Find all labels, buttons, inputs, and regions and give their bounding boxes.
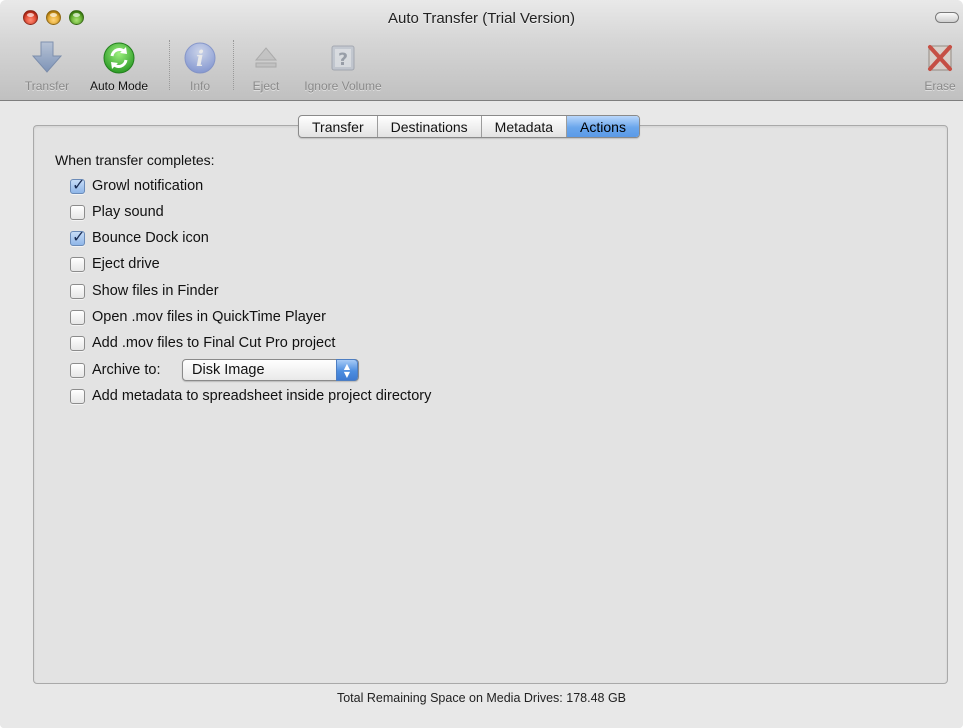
transfer-toolbar-button[interactable]: Transfer [18,39,76,99]
tab-metadata[interactable]: Metadata [482,116,568,137]
toolbar-toggle-button[interactable] [935,12,959,23]
tab-destinations[interactable]: Destinations [378,116,482,137]
app-window: Auto Transfer (Trial Version) Transfer A… [0,0,963,728]
toolbar-separator [233,40,234,90]
option-label: Archive to: [92,362,161,378]
checkbox[interactable]: ✓ [70,174,86,194]
checkmark-icon: ✓ [72,226,86,246]
checkbox[interactable] [70,335,85,351]
content-area: Transfer Destinations Metadata Actions W… [0,101,963,728]
ignore-volume-toolbar-button[interactable]: ? Ignore Volume [294,39,392,99]
option-label: Play sound [92,204,164,220]
option-open-mov-quicktime[interactable]: Open .mov files in QuickTime Player [70,308,326,326]
option-show-files-in-finder[interactable]: Show files in Finder [70,282,219,300]
auto-mode-refresh-icon [101,39,137,75]
option-eject-drive[interactable]: Eject drive [70,255,160,273]
eject-icon [248,39,284,75]
auto-mode-toolbar-button[interactable]: Auto Mode [82,39,156,99]
eject-label: Eject [252,79,280,93]
checkbox[interactable] [70,362,85,378]
option-label: Show files in Finder [92,283,219,299]
checkbox[interactable] [70,256,85,272]
ignore-volume-icon: ? [325,39,361,75]
erase-toolbar-button[interactable]: Erase [920,39,960,99]
tab-transfer[interactable]: Transfer [299,116,378,137]
option-growl-notification[interactable]: ✓ Growl notification [70,174,204,195]
eject-toolbar-button[interactable]: Eject [246,39,286,99]
checkbox[interactable] [70,283,85,299]
select-value: Disk Image [192,362,265,378]
title-toolbar-area: Auto Transfer (Trial Version) Transfer A… [0,0,963,101]
status-footer: Total Remaining Space on Media Drives: 1… [336,691,627,705]
checkbox[interactable] [70,388,85,404]
info-icon: i [182,39,218,75]
erase-label: Erase [924,79,956,93]
checkbox[interactable] [70,204,85,220]
section-heading: When transfer completes: [55,152,215,168]
tab-actions[interactable]: Actions [567,116,639,137]
option-archive-to[interactable]: Archive to: [70,361,161,379]
option-add-metadata-spreadsheet[interactable]: Add metadata to spreadsheet inside proje… [70,387,431,405]
ignore-volume-label: Ignore Volume [304,79,382,93]
svg-text:?: ? [338,50,348,70]
checkmark-icon: ✓ [72,174,86,194]
option-label: Open .mov files in QuickTime Player [92,309,326,325]
checkbox[interactable] [70,309,85,325]
option-bounce-dock-icon[interactable]: ✓ Bounce Dock icon [70,226,209,247]
updown-arrows-icon: ▲ ▼ [336,359,358,381]
option-label: Add metadata to spreadsheet inside proje… [92,388,432,404]
option-label: Eject drive [92,256,160,272]
option-label: Bounce Dock icon [92,230,209,246]
info-label: Info [189,79,210,93]
auto-mode-label: Auto Mode [89,79,149,93]
option-add-mov-final-cut[interactable]: Add .mov files to Final Cut Pro project [70,334,335,352]
toolbar-separator [169,40,170,90]
window-title: Auto Transfer (Trial Version) [387,10,575,27]
checkbox[interactable]: ✓ [70,226,86,246]
erase-icon [922,39,958,75]
option-label: Growl notification [92,178,204,194]
option-label: Add .mov files to Final Cut Pro project [92,335,336,351]
download-arrow-icon [29,39,65,75]
transfer-label: Transfer [24,79,70,93]
option-play-sound[interactable]: Play sound [70,203,164,221]
info-toolbar-button[interactable]: i Info [180,39,220,99]
svg-text:i: i [196,46,204,71]
archive-format-select[interactable]: Disk Image ▲ ▼ [182,359,359,381]
tab-bar: Transfer Destinations Metadata Actions [298,115,640,138]
